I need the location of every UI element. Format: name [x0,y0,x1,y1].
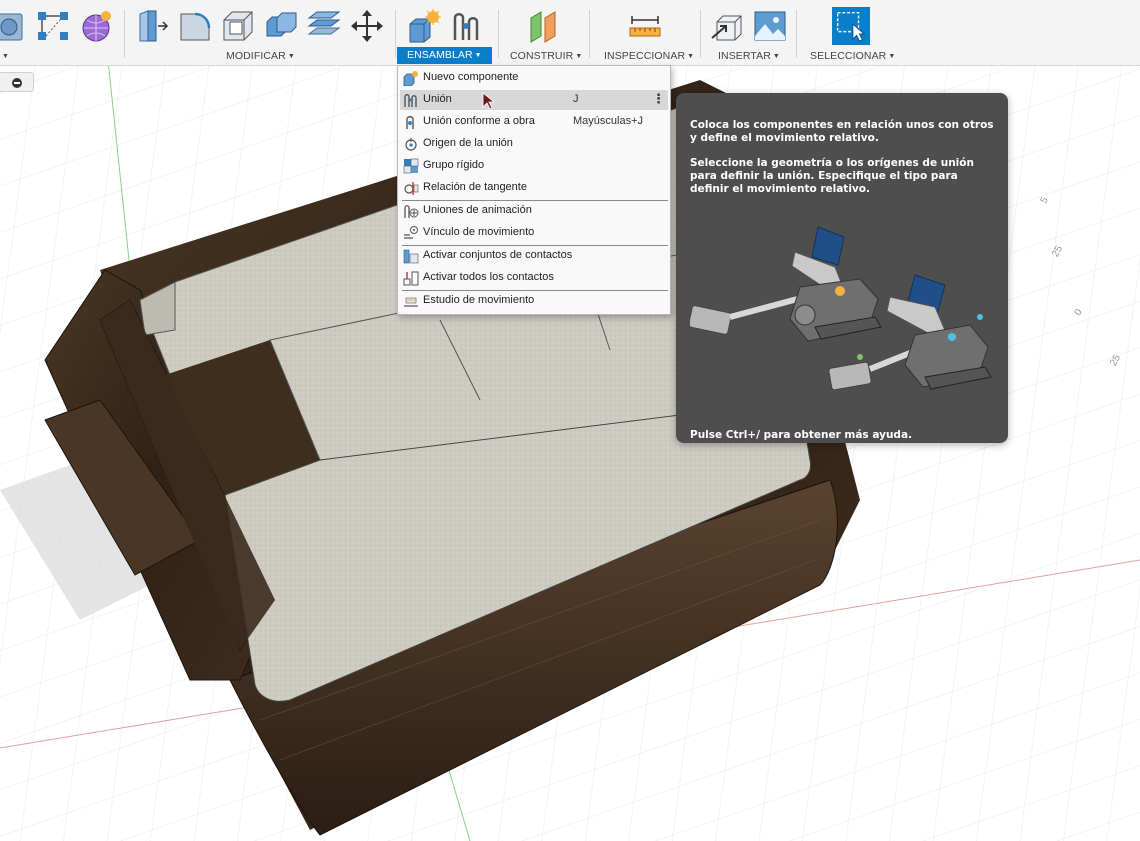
enable-contact-sets-icon [403,248,419,264]
tooltip-description: Coloca los componentes en relación unos … [690,119,994,144]
ensamblar-menu[interactable]: ENSAMBLAR ▼ [397,47,492,64]
toolbar: ▼ MODIFICAR ▼ ENSAMBLAR ▼ CONSTRUIR ▼ INSP [0,0,1140,66]
seleccionar-menu[interactable]: SELECCIONAR ▼ [810,49,895,63]
inspeccionar-menu[interactable]: INSPECCIONAR ▼ [604,49,694,63]
fillet-icon[interactable] [177,8,213,44]
combine-icon[interactable] [263,8,299,44]
create-caret[interactable]: ▼ [0,49,9,63]
measure-icon[interactable] [627,8,663,44]
press-pull-icon[interactable] [134,8,170,44]
canvas-image-icon[interactable] [752,8,788,44]
construir-menu[interactable]: CONSTRUIR ▼ [510,49,582,63]
menu-item-relacion-de-tangente[interactable]: Relación de tangente [400,178,668,198]
separator [395,10,396,58]
menu-item-union[interactable]: Unión J ⋮ [400,90,668,110]
insert-derive-icon[interactable] [709,8,745,44]
more-options-icon[interactable]: ⋮ [652,92,665,108]
tooltip-help-hint: Pulse Ctrl+/ para obtener más ayuda. [690,429,913,441]
sphere-icon[interactable] [0,8,28,44]
drive-joints-icon [403,203,419,219]
mouse-cursor-icon [482,92,496,110]
separator [498,10,499,58]
menu-item-origen-de-la-union[interactable]: Origen de la unión [400,134,668,154]
menu-item-vinculo-de-movimiento[interactable]: Vínculo de movimiento [400,223,668,243]
collapse-icon [12,78,22,88]
select-icon[interactable] [832,7,870,45]
joint-icon [403,92,419,108]
joint-origin-icon [403,136,419,152]
form-icon[interactable] [78,8,114,44]
offset-plane-icon[interactable] [525,8,561,44]
menu-item-activar-conjuntos-de-contactos[interactable]: Activar conjuntos de contactos [400,246,668,266]
menu-item-nuevo-componente[interactable]: Nuevo componente [400,68,668,88]
menu-item-estudio-de-movimiento[interactable]: Estudio de movimiento [400,291,668,311]
separator [589,10,590,58]
rigid-group-icon [403,158,419,174]
tooltip-instructions: Seleccione la geometría o los orígenes d… [690,157,974,195]
menu-item-activar-todos-los-contactos[interactable]: Activar todos los contactos [400,268,668,288]
joint-tooltip: Coloca los componentes en relación unos … [676,93,1008,443]
separator [700,10,701,58]
pattern-icon[interactable] [35,8,71,44]
modificar-menu[interactable]: MODIFICAR ▼ [226,49,295,63]
insertar-menu[interactable]: INSERTAR ▼ [718,49,780,63]
menu-item-union-conforme-a-obra[interactable]: Unión conforme a obra Mayúsculas+J [400,112,668,132]
shortcut: Mayúsculas+J [573,115,644,127]
separator [124,10,125,58]
move-icon[interactable] [349,8,385,44]
enable-all-contact-icon [403,270,419,286]
menu-item-grupo-rigido[interactable]: Grupo rígido [400,156,668,176]
ensamblar-dropdown: Nuevo componente Unión J ⋮ Unión conform… [397,65,671,315]
new-component-icon[interactable] [406,8,442,44]
motion-link-icon [403,225,419,241]
separator [796,10,797,58]
motion-study-icon [403,293,419,309]
shell-icon[interactable] [220,8,256,44]
as-built-joint-icon [403,114,419,130]
offset-face-icon[interactable] [306,8,342,44]
browser-toggle[interactable] [0,72,34,92]
new-component-icon [403,70,419,86]
toggle-clamp-illustration [690,226,992,391]
menu-item-uniones-de-animacion[interactable]: Uniones de animación [400,201,668,221]
shortcut: J [573,93,579,105]
tangent-relationship-icon [403,180,419,196]
joint-icon[interactable] [449,8,485,44]
